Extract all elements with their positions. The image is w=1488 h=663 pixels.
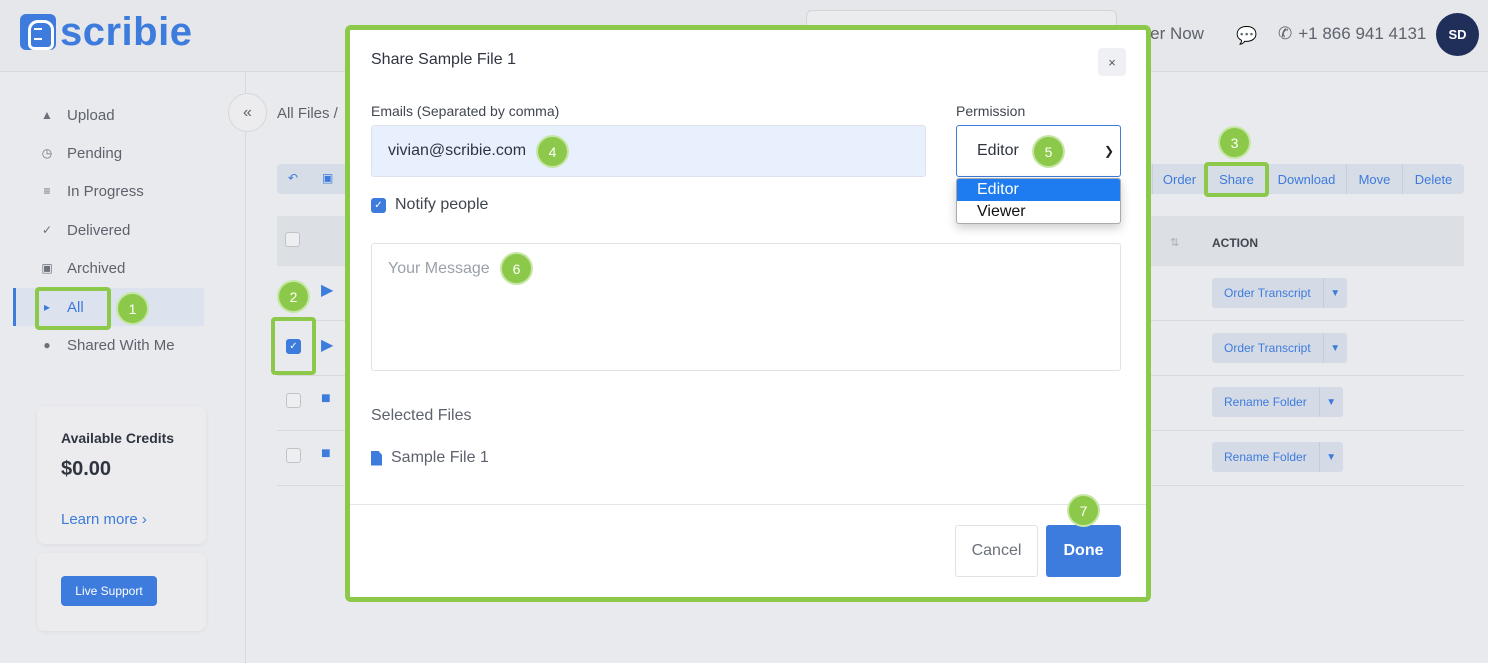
step-3-highlight (1204, 162, 1269, 197)
credits-value: $0.00 (61, 458, 112, 480)
sidebar-item-upload[interactable]: ▲ Upload (13, 96, 204, 134)
step-2-badge: 2 (279, 282, 308, 311)
chevron-down-icon[interactable]: ▼ (1322, 333, 1347, 363)
sidebar-item-label: In Progress (67, 182, 144, 200)
chevron-down-icon[interactable]: ▼ (1318, 442, 1343, 472)
sidebar-item-archived[interactable]: ▣ Archived (13, 249, 204, 287)
order-button[interactable]: Order (1152, 164, 1206, 194)
logo-icon (20, 14, 56, 50)
file-icon (371, 450, 382, 466)
collapse-sidebar-button[interactable]: « (228, 93, 267, 132)
download-button[interactable]: Download (1266, 164, 1346, 194)
check-icon: ✓ (371, 197, 386, 213)
learn-more-label: Learn more (61, 511, 138, 528)
permission-dropdown: Editor Viewer (956, 178, 1121, 224)
chat-icon[interactable]: 💬 (1236, 26, 1257, 46)
row-checkbox[interactable] (286, 393, 301, 408)
new-folder-icon[interactable]: ▣ (322, 171, 333, 185)
logo-text: scribie (60, 10, 193, 54)
cancel-button[interactable]: Cancel (955, 525, 1038, 577)
row-action-group: Order Transcript ▼ (1212, 333, 1347, 363)
learn-more-link[interactable]: Learn more › (61, 511, 182, 528)
list-icon: ≡ (43, 184, 51, 198)
chevron-down-icon: ❯ (1103, 144, 1114, 158)
sidebar-item-label: Delivered (67, 221, 131, 239)
chevron-right-icon: › (141, 511, 147, 528)
row-action-group: Order Transcript ▼ (1212, 278, 1347, 308)
order-transcript-button[interactable]: Order Transcript (1212, 278, 1323, 308)
modal-divider (350, 504, 1146, 505)
notify-people-checkbox[interactable]: ✓ Notify people (371, 196, 488, 214)
selected-file-item: Sample File 1 (371, 449, 489, 467)
order-transcript-button[interactable]: Order Transcript (1212, 333, 1323, 363)
selected-file-name: Sample File 1 (391, 449, 489, 466)
archive-icon: ▣ (41, 261, 53, 275)
folder-icon[interactable]: ■ (321, 445, 331, 463)
sidebar-item-label: Archived (67, 259, 126, 277)
phone-icon: ✆ (1278, 24, 1293, 43)
users-icon: ● (43, 338, 51, 352)
sidebar: ▲ Upload ◷ Pending ≡ In Progress ✓ Delivered… (0, 72, 246, 663)
play-icon[interactable]: ▶ (321, 280, 333, 300)
step-5-badge: 5 (1034, 137, 1063, 166)
sidebar-item-shared-with-me[interactable]: ● Shared With Me (13, 326, 204, 364)
step-1-highlight (35, 287, 111, 330)
sidebar-item-label: Shared With Me (67, 336, 175, 354)
sidebar-item-delivered[interactable]: ✓ Delivered (13, 211, 204, 249)
permission-value: Editor (977, 142, 1019, 159)
selected-files-label: Selected Files (371, 407, 472, 424)
permission-option-viewer[interactable]: Viewer (957, 201, 1120, 223)
logo[interactable]: scribie (20, 12, 192, 52)
chevrons-left-icon: « (243, 103, 252, 121)
breadcrumb[interactable]: All Files / (277, 105, 338, 122)
modal-title: Share Sample File 1 (371, 51, 516, 68)
share-modal: Share Sample File 1 × Emails (Separated … (345, 25, 1151, 602)
permission-option-editor[interactable]: Editor (957, 179, 1120, 201)
sidebar-item-in-progress[interactable]: ≡ In Progress (13, 172, 204, 210)
sidebar-item-label: Upload (67, 106, 115, 124)
emails-input[interactable] (371, 125, 926, 177)
row-checkbox[interactable] (286, 448, 301, 463)
step-1-badge: 1 (118, 294, 147, 323)
emails-label: Emails (Separated by comma) (371, 103, 560, 119)
done-button[interactable]: Done (1046, 525, 1121, 577)
step-7-badge: 7 (1069, 496, 1098, 525)
step-2-highlight (271, 317, 316, 375)
folder-icon[interactable]: ■ (321, 390, 331, 408)
sidebar-item-pending[interactable]: ◷ Pending (13, 134, 204, 172)
play-icon[interactable]: ▶ (321, 335, 333, 355)
chevron-down-icon[interactable]: ▼ (1322, 278, 1347, 308)
phone-number: +1 866 941 4131 (1298, 24, 1427, 43)
sort-icon[interactable]: ⇅ (1170, 236, 1179, 249)
credits-card: Available Credits $0.00 Learn more › (37, 406, 206, 544)
rename-folder-button[interactable]: Rename Folder (1212, 442, 1319, 472)
check-icon: ✓ (41, 223, 53, 237)
move-button[interactable]: Move (1346, 164, 1402, 194)
chevron-down-icon[interactable]: ▼ (1318, 387, 1343, 417)
avatar[interactable]: SD (1436, 13, 1479, 56)
select-all-checkbox[interactable] (285, 232, 300, 247)
live-support-button[interactable]: Live Support (61, 576, 157, 606)
step-3-badge: 3 (1220, 128, 1249, 157)
step-6-badge: 6 (502, 254, 531, 283)
close-icon[interactable]: × (1098, 48, 1126, 76)
back-icon[interactable]: ↶ (288, 171, 298, 185)
clock-icon: ◷ (41, 146, 53, 160)
rename-folder-button[interactable]: Rename Folder (1212, 387, 1319, 417)
notify-label: Notify people (395, 196, 489, 213)
credits-title: Available Credits (61, 430, 175, 446)
action-column-header: ACTION (1212, 236, 1258, 250)
support-card: Live Support (37, 553, 206, 631)
upload-icon: ▲ (41, 108, 53, 122)
message-input[interactable] (371, 243, 1121, 371)
sidebar-item-label: Pending (67, 144, 123, 162)
row-action-group: Rename Folder ▼ (1212, 387, 1343, 417)
delete-button[interactable]: Delete (1402, 164, 1464, 194)
step-4-badge: 4 (538, 137, 567, 166)
permission-label: Permission (956, 103, 1026, 119)
row-action-group: Rename Folder ▼ (1212, 442, 1343, 472)
phone-link[interactable]: ✆ +1 866 941 4131 (1278, 24, 1426, 44)
